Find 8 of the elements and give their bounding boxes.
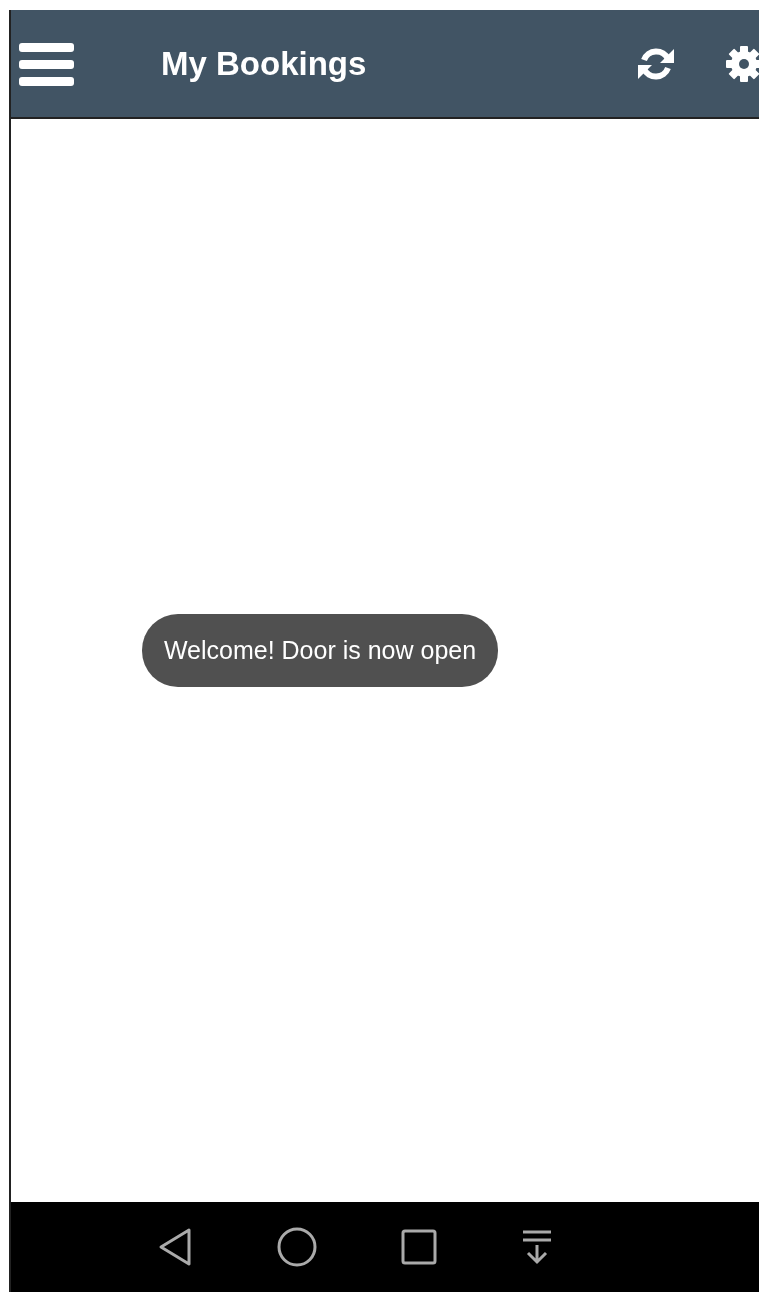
recent-apps-icon[interactable] — [401, 1229, 437, 1265]
menu-button[interactable] — [19, 41, 75, 86]
home-icon[interactable] — [277, 1227, 317, 1267]
arrow-down-lines-icon[interactable] — [521, 1229, 553, 1265]
app-title: My Bookings — [161, 43, 367, 84]
settings-button[interactable] — [723, 43, 759, 84]
toast-message: Welcome! Door is now open — [141, 613, 499, 688]
back-icon[interactable] — [157, 1227, 193, 1267]
